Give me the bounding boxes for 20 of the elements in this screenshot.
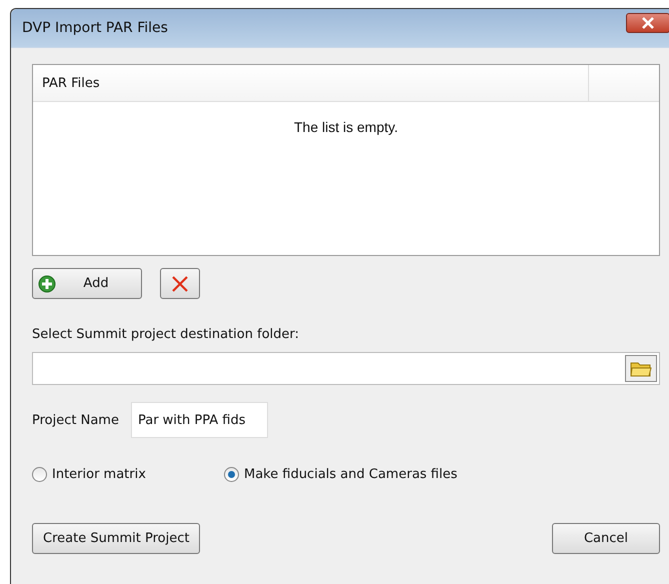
folder-label: Select Summit project destination folder: bbox=[32, 327, 300, 342]
radio-button[interactable] bbox=[32, 467, 47, 482]
window-title: DVP Import PAR Files bbox=[22, 20, 169, 36]
add-button[interactable]: Add bbox=[32, 268, 142, 299]
project-name-label: Project Name bbox=[32, 412, 119, 428]
plus-icon bbox=[38, 274, 56, 292]
project-name-field[interactable]: Par with PPA fids bbox=[130, 402, 268, 438]
browse-button[interactable] bbox=[625, 355, 657, 382]
radio-button[interactable] bbox=[224, 467, 239, 482]
dialog-button[interactable]: Cancel bbox=[552, 523, 660, 554]
dialog-button[interactable]: Create Summit Project bbox=[32, 523, 200, 554]
radio-option[interactable]: Make fiducials and Cameras files bbox=[224, 467, 458, 482]
close-icon bbox=[641, 17, 655, 29]
delete-icon bbox=[170, 274, 190, 294]
empty-message: The list is empty. bbox=[294, 119, 398, 135]
folder-field[interactable] bbox=[32, 352, 660, 385]
folder-icon bbox=[630, 360, 652, 378]
delete-button[interactable] bbox=[160, 268, 200, 299]
close-button[interactable] bbox=[626, 13, 669, 33]
radio-option[interactable]: Interior matrix bbox=[32, 467, 224, 482]
